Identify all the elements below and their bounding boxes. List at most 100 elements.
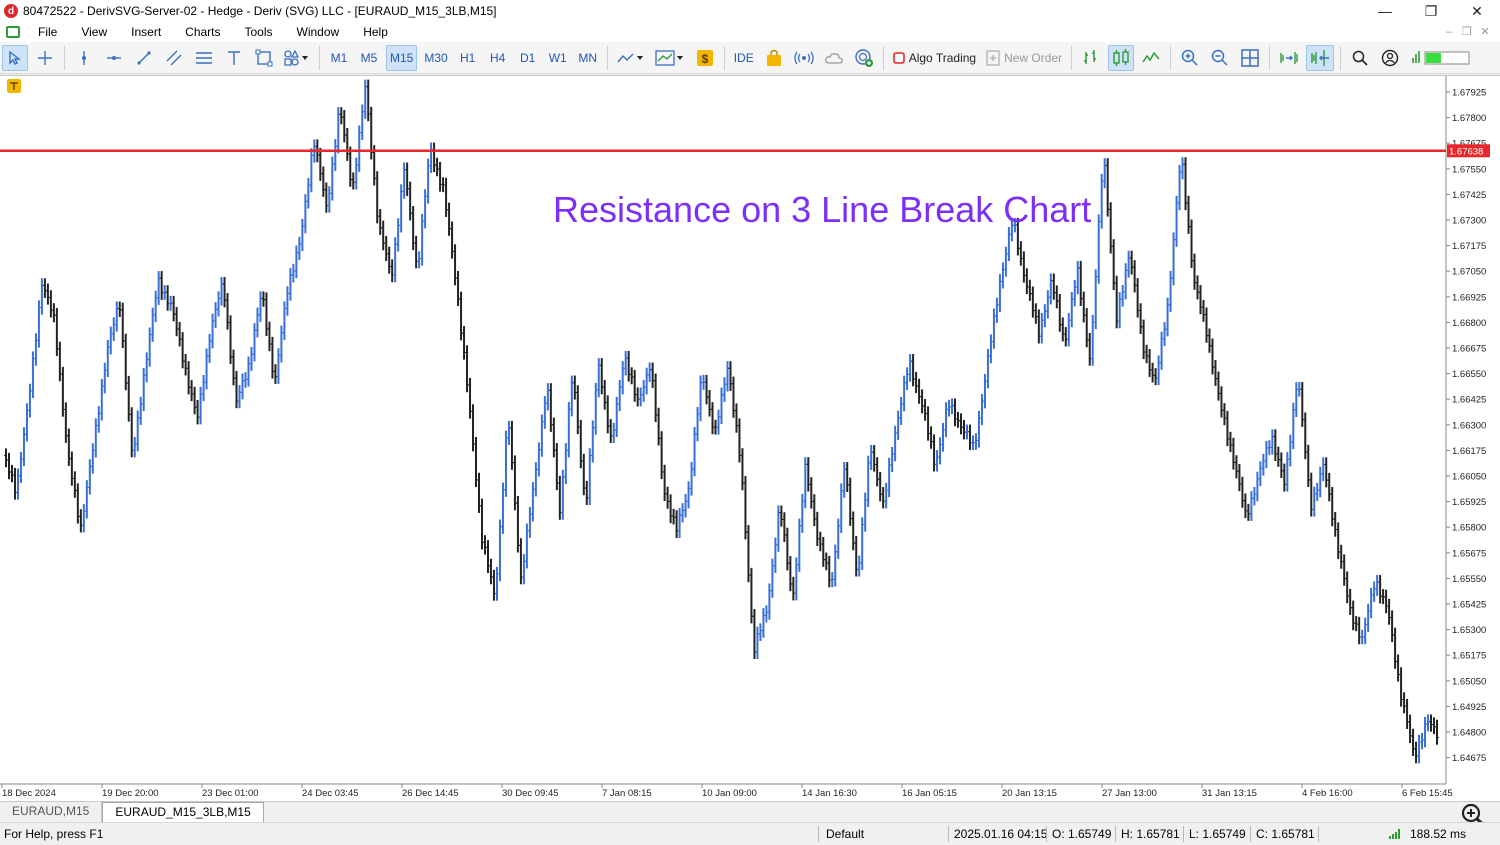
mdi-close-icon[interactable]: ✕ [1476,22,1494,42]
price-bar [243,372,248,388]
chart-type-dropdown[interactable] [614,45,648,71]
price-bar [204,348,209,390]
price-bar [1108,202,1113,254]
shapes-button[interactable] [251,45,277,71]
price-bar [1249,491,1254,521]
bar-chart-button[interactable] [1078,45,1104,71]
horizontal-line-button[interactable] [101,45,127,71]
algo-trading-button[interactable]: Algo Trading [890,45,979,71]
price-bar [444,177,449,217]
status-bar: For Help, press F1 Default 2025.01.16 04… [0,822,1500,844]
price-bar [1429,714,1434,732]
connection-status-button[interactable] [1407,45,1475,71]
menu-window[interactable]: Window [285,22,352,42]
menu-file[interactable]: File [26,22,69,42]
text-tool-button[interactable] [221,45,247,71]
menu-help[interactable]: Help [351,22,400,42]
objects-dropdown-button[interactable] [281,45,313,71]
zoom-out-button[interactable] [1207,45,1233,71]
zoom-in-button[interactable] [1177,45,1203,71]
fibonacci-button[interactable] [191,45,217,71]
trendline-button[interactable] [131,45,157,71]
mdi-menu-icon[interactable] [6,26,20,38]
maximize-button[interactable]: ❐ [1408,0,1454,22]
price-bar [605,395,610,434]
price-bar [704,374,709,405]
signals-button[interactable] [791,45,817,71]
price-bar [1135,278,1140,318]
candlestick-button[interactable] [1108,44,1135,71]
chart-shift-button[interactable] [1306,44,1335,71]
mdi-restore-icon[interactable]: ❐ [1458,22,1476,42]
price-axis-label: 1.67175 [1452,241,1486,252]
economic-calendar-button[interactable] [851,45,877,71]
timeframe-h4[interactable]: H4 [485,45,511,71]
new-order-button[interactable]: New Order [983,45,1065,71]
price-bar [420,214,425,266]
price-axis[interactable]: 1.679251.678001.676751.675501.674251.673… [1446,88,1486,765]
menu-insert[interactable]: Insert [119,22,173,42]
price-bar [156,271,161,306]
minimize-button[interactable]: — [1362,0,1408,22]
vertical-line-button[interactable] [71,45,97,71]
crosshair-button[interactable] [32,45,58,71]
cursor-tool-button[interactable] [2,44,28,71]
timeframe-m5[interactable]: M5 [356,45,382,71]
channel-button[interactable] [161,45,187,71]
price-bar [997,274,1002,312]
price-bar [1363,617,1368,645]
menu-view[interactable]: View [69,22,119,42]
new-order-label: New Order [1004,50,1063,65]
auto-scroll-button[interactable] [1276,45,1302,71]
status-profile[interactable]: Default [822,823,864,845]
expert-smiley-icon[interactable] [7,79,21,93]
timeframe-m1[interactable]: M1 [326,45,352,71]
price-bar [626,350,631,382]
price-bar [656,407,661,446]
timeframe-mn[interactable]: MN [575,45,601,71]
price-bar [641,380,646,402]
algo-trading-stop-icon [892,51,905,64]
price-bar [135,410,140,452]
price-axis-label: 1.66050 [1452,472,1486,483]
price-bar [279,325,284,363]
market-bag-button[interactable] [761,45,787,71]
price-bar [854,535,859,577]
price-bar [198,386,203,425]
account-button[interactable] [1377,45,1403,71]
menu-charts[interactable]: Charts [173,22,232,42]
tile-windows-button[interactable] [1237,45,1263,71]
indicators-dropdown[interactable] [652,45,688,71]
timeframe-h1[interactable]: H1 [455,45,481,71]
price-bar [587,448,592,506]
mdi-minimize-icon[interactable]: – [1440,22,1458,42]
three-line-break-chart[interactable]: 1.679251.678001.676751.675501.674251.673… [0,76,1500,802]
close-button[interactable]: ✕ [1454,0,1500,22]
price-bar [327,186,332,213]
objects-icon [284,49,308,66]
price-bar [860,517,865,570]
tab-euraud-m15[interactable]: EURAUD,M15 [0,802,103,822]
market-button[interactable]: $ [692,45,718,71]
search-button[interactable] [1347,45,1373,71]
price-bar [566,402,571,458]
price-bar [755,626,760,660]
vps-button[interactable] [821,45,847,71]
menu-tools[interactable]: Tools [233,22,285,42]
timeframe-d1[interactable]: D1 [515,45,541,71]
tab-euraud-m15-3lb[interactable]: EURAUD_M15_3LB,M15 [102,802,264,822]
price-bar [941,422,946,452]
price-bar [635,387,640,407]
status-ping[interactable]: 188.52 ms [1406,823,1466,845]
time-axis-label: 26 Dec 14:45 [402,788,459,799]
timeframe-m30[interactable]: M30 [421,45,450,71]
chart-window[interactable]: 1.67925 1.67800 1.67675 1.67550 1.67425 1.673… [0,75,1500,801]
price-axis-label: 1.64925 [1452,702,1486,713]
price-bar [650,362,655,388]
cursor-icon [9,50,22,65]
timeframe-m15[interactable]: M15 [386,44,418,71]
ide-button[interactable]: IDE [731,45,757,71]
time-axis[interactable]: 18 Dec 2024 19 Dec 20:00 23 Dec 01:00 24 De… [1,784,1453,799]
line-chart-button[interactable] [1138,45,1164,71]
timeframe-w1[interactable]: W1 [545,45,571,71]
